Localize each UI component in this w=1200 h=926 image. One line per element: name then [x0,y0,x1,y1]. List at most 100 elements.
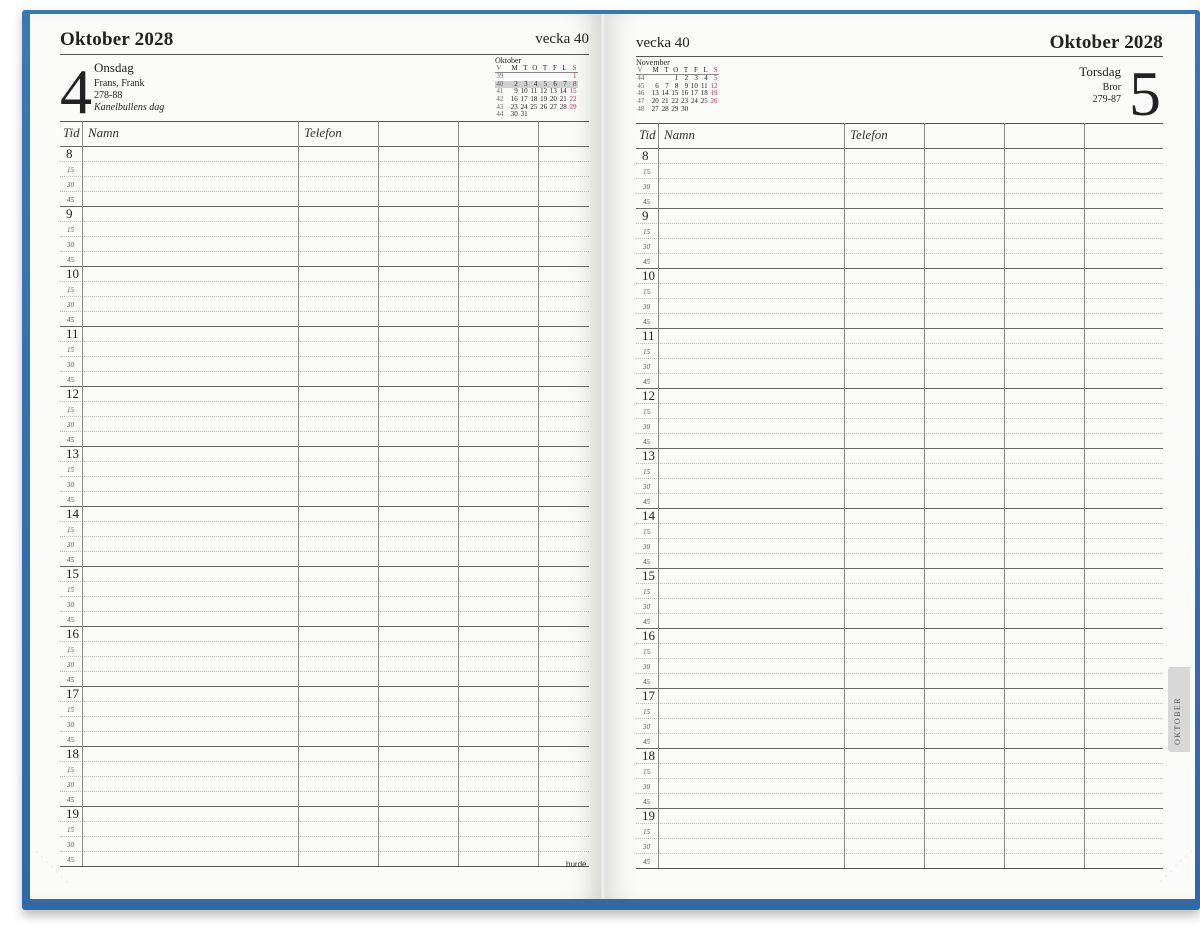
quarter-row[interactable]: 15 [60,521,589,537]
mini-calendar-week: 43 23 24 25 26 27 28 29 [496,102,577,111]
quarter-row[interactable]: 45 [60,671,589,687]
quarter-row[interactable]: 15 [60,341,589,357]
quarter-row[interactable]: 45 [60,611,589,627]
quarter-row[interactable]: 30 [60,176,589,192]
hour-label: 17 [66,686,79,701]
quarter-row[interactable]: 15 [60,701,589,717]
quarter-label: 30 [67,181,74,189]
quarter-row[interactable]: 15 [60,641,589,657]
quarter-label: 15 [643,288,650,296]
hour-row[interactable]: 11 [60,326,589,342]
quarter-label: 30 [67,241,74,249]
quarter-row[interactable]: 30 [60,656,589,672]
cover-stitch [1160,880,1162,882]
hour-label: 15 [642,568,655,583]
hour-row[interactable]: 12 [60,386,589,402]
hour-row[interactable]: 9 [60,206,589,222]
month-tab[interactable]: OKTOBER [1168,667,1190,752]
left-note: Kanelbullens dag [94,102,165,113]
hour-row[interactable]: 10 [60,266,589,282]
quarter-label: 15 [67,406,74,414]
left-day-of-year: 278-88 [94,90,123,101]
hour-label: 8 [66,146,73,161]
hour-label: 11 [642,328,655,343]
brand-logo: burde [566,860,587,869]
quarter-label: 30 [67,841,74,849]
quarter-label: 45 [643,378,650,386]
quarter-label: 30 [67,481,74,489]
quarter-row[interactable]: 30 [60,356,589,372]
right-month-title: Oktober 2028 [1049,32,1163,53]
quarter-row[interactable]: 30 [60,416,589,432]
hour-row[interactable]: 13 [60,446,589,462]
quarter-row[interactable]: 45 [60,551,589,567]
quarter-row[interactable]: 30 [60,836,589,852]
mini-calendar-week: 44 30 31 [496,110,528,119]
quarter-row[interactable]: 45 [60,851,589,867]
hour-label: 13 [642,448,655,463]
quarter-label: 30 [67,361,74,369]
quarter-label: 15 [643,648,650,656]
cover-stitch [66,881,68,883]
quarter-row[interactable]: 15 [60,461,589,477]
quarter-label: 15 [643,168,650,176]
quarter-row[interactable]: 30 [60,776,589,792]
quarter-row[interactable]: 30 [60,476,589,492]
quarter-label: 30 [643,423,650,431]
cover-stitch [56,871,58,873]
left-day-number: 4 [60,56,92,127]
quarter-label: 45 [643,678,650,686]
right-week-label: vecka 40 [636,35,690,51]
quarter-row[interactable]: 15 [60,221,589,237]
quarter-row[interactable]: 45 [60,431,589,447]
header-telefon: Telefon [850,127,888,142]
right-mini-calendar: November V M T O T F L S 44 1 2 3 4 5 45 6 7 8 9 10 11 12 46 13 1… [636,58,719,113]
quarter-label: 15 [67,646,74,654]
quarter-label: 30 [643,543,650,551]
quarter-row[interactable]: 15 [60,161,589,177]
hour-label: 9 [642,208,649,223]
quarter-label: 15 [643,588,650,596]
quarter-label: 15 [643,348,650,356]
quarter-label: 45 [67,796,74,804]
hour-label: 18 [66,746,79,761]
quarter-label: 15 [643,228,650,236]
left-schedule-grid: Tid Namn Telefon 8 15 30 45 9 15 30 45 10 15 30 45 11 15… [60,121,589,873]
hour-row[interactable]: 14 [60,506,589,522]
quarter-row[interactable]: 45 [60,311,589,327]
quarter-row[interactable]: 45 [60,191,589,207]
quarter-row[interactable]: 30 [60,296,589,312]
hour-row[interactable]: 19 [60,806,589,822]
quarter-row[interactable]: 15 [60,281,589,297]
hour-row[interactable]: 18 [60,746,589,762]
quarter-label: 15 [643,528,650,536]
quarter-row[interactable]: 30 [60,236,589,252]
hour-row[interactable]: 15 [60,566,589,582]
quarter-row[interactable]: 15 [60,401,589,417]
mini-calendar-week: 48 27 28 29 30 [637,104,689,113]
hour-row[interactable]: 16 [60,626,589,642]
quarter-row[interactable]: 30 [60,716,589,732]
quarter-label: 30 [67,541,74,549]
quarter-row[interactable]: 30 [60,536,589,552]
hour-row[interactable]: 17 [60,686,589,702]
left-month-title: Oktober 2028 [60,29,174,50]
quarter-row[interactable]: 45 [60,731,589,747]
quarter-row[interactable]: 15 [60,761,589,777]
quarter-label: 45 [67,256,74,264]
quarter-row[interactable]: 30 [60,596,589,612]
quarter-label: 15 [643,408,650,416]
quarter-label: 15 [643,768,650,776]
quarter-row[interactable]: 15 [60,581,589,597]
hour-label: 19 [66,806,79,821]
quarter-row[interactable]: 45 [60,491,589,507]
quarter-row[interactable]: 45 [60,371,589,387]
hour-label: 8 [642,148,649,163]
quarter-label: 45 [643,558,650,566]
cover-stitch [36,851,38,853]
quarter-row[interactable]: 45 [60,251,589,267]
quarter-row[interactable]: 15 [60,821,589,837]
hour-row[interactable]: 8 [60,146,589,162]
quarter-row[interactable]: 45 [60,791,589,807]
quarter-label: 15 [67,286,74,294]
